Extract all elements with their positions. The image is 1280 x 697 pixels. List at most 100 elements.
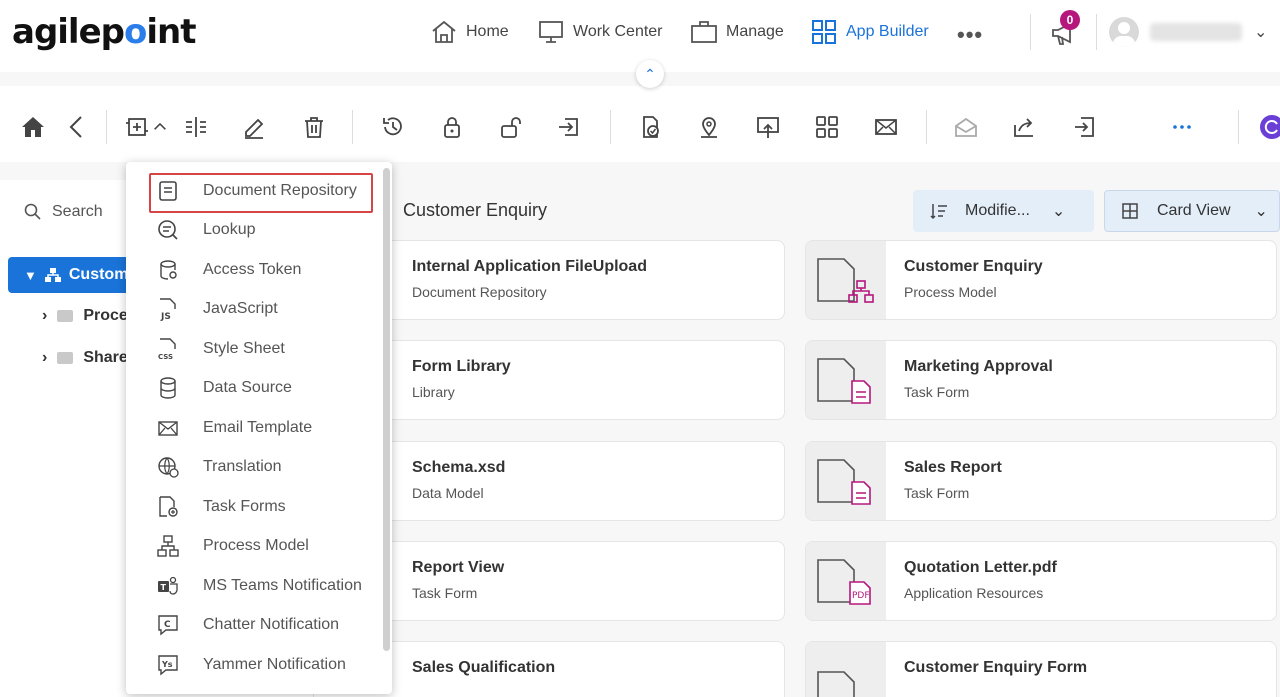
user-name-blurred[interactable] [1150,23,1242,41]
menu-item-label: Yammer Notification [203,656,346,673]
chevron-down-icon[interactable]: ⌄ [1254,22,1267,42]
refresh-icon[interactable] [1254,112,1280,142]
collapse-header-button[interactable]: ⌃ [636,60,664,88]
stylesheet-icon: CSS [156,337,180,361]
card-subtitle: Document Repository [412,284,547,300]
add-item-icon[interactable] [122,112,152,142]
svg-text:PDF: PDF [852,591,870,601]
tree-item-label: Custom [68,266,129,283]
menu-item-access-token[interactable]: Access Token [126,252,376,288]
card-title: Internal Application FileUpload [412,258,647,275]
card-subtitle: Library [412,384,455,400]
menu-item-label: Style Sheet [203,340,285,357]
hierarchy-icon [44,268,61,282]
menu-item-label: MS Teams Notification [203,577,362,594]
menu-item-label: Process Model [203,537,309,554]
tree-item-shared[interactable]: › Share [42,349,128,367]
unlock-icon[interactable] [496,112,526,142]
toolbar-divider [352,110,353,144]
toolbar-divider [926,110,927,144]
validate-icon[interactable] [635,112,665,142]
card-thumbnail [806,241,886,319]
card-title: Report View [412,559,505,576]
yammer-icon: Ys [156,653,180,677]
svg-text:T: T [161,583,167,592]
sort-dropdown[interactable]: Modifie... ⌄ [913,190,1094,232]
folder-icon [57,352,74,364]
javascript-icon: JS [156,297,180,322]
menu-scrollbar[interactable] [383,168,390,651]
menu-item-task-forms[interactable]: Task Forms [126,489,376,525]
nav-home[interactable]: Home [430,18,509,46]
check-in-out-icon[interactable] [555,112,585,142]
home-icon [432,20,456,43]
card-sales-report[interactable]: Sales Report Task Form [805,441,1277,521]
back-icon[interactable] [62,112,92,142]
location-icon[interactable] [694,112,724,142]
breadcrumb: Customer Enquiry [403,200,548,220]
import-icon[interactable] [951,112,981,142]
history-icon[interactable] [378,112,408,142]
card-title: Schema.xsd [412,459,506,476]
card-title: Customer Enquiry [904,258,1043,275]
menu-item-lookup[interactable]: Lookup [126,212,376,248]
export-icon[interactable] [1069,112,1099,142]
menu-item-yammer-notification[interactable]: Ys Yammer Notification [126,647,376,683]
task-form-icon [817,671,855,697]
card-customer-enquiry[interactable]: Customer Enquiry Process Model [805,240,1277,320]
home-icon[interactable] [18,112,48,142]
menu-item-process-model[interactable]: Process Model [126,528,376,564]
tree-item-custom[interactable]: ▼ Custom [8,257,138,293]
notification-badge: 0 [1060,10,1080,30]
menu-item-label: JavaScript [203,300,278,317]
tree-item-process[interactable]: › Proce [42,307,128,325]
nav-more-icon[interactable]: ••• [957,22,983,48]
user-avatar[interactable] [1109,17,1139,47]
card-thumbnail [806,341,886,419]
more-options-icon[interactable] [1167,112,1197,142]
card-subtitle: Task Form [412,585,478,601]
menu-item-data-source[interactable]: Data Source [126,370,376,406]
nav-manage[interactable]: Manage [690,18,784,46]
delete-icon[interactable] [299,112,329,142]
sort-label: Modifie... [965,202,1030,219]
menu-item-translation[interactable]: Translation [126,449,376,485]
nav-work-center[interactable]: Work Center [537,18,663,46]
edit-icon[interactable] [239,112,269,142]
toolbar [0,94,1280,162]
svg-text:Ys: Ys [161,660,173,669]
menu-item-label: Email Template [203,419,313,436]
card-marketing-approval[interactable]: Marketing Approval Task Form [805,340,1277,420]
menu-item-email-template[interactable]: Email Template [126,410,376,446]
view-mode-label: Card View [1157,202,1231,219]
card-customer-enquiry-form[interactable]: Customer Enquiry Form [805,641,1277,697]
share-icon[interactable] [1010,112,1040,142]
card-quotation-letter[interactable]: PDF Quotation Letter.pdf Application Res… [805,541,1277,621]
grid-icon[interactable] [812,112,842,142]
insert-column-icon[interactable] [181,112,211,142]
publish-icon[interactable] [753,112,783,142]
menu-item-chatter-notification[interactable]: C Chatter Notification [126,607,376,643]
search-field[interactable]: Search [24,203,103,221]
chevron-down-icon[interactable]: ▼ [24,268,37,283]
menu-item-javascript[interactable]: JS JavaScript [126,291,376,327]
chatter-icon: C [156,613,180,637]
chevron-down-icon: ⌄ [1051,203,1066,220]
toolbar-divider [1238,110,1239,144]
nav-app-builder[interactable]: App Builder [810,18,929,46]
menu-item-ms-teams-notification[interactable]: T MS Teams Notification [126,568,376,604]
card-title: Sales Qualification [412,659,556,676]
mail-icon[interactable] [871,112,901,142]
svg-text:C: C [164,620,171,630]
lookup-icon [156,218,180,242]
chevron-up-icon[interactable] [150,112,170,142]
menu-item-style-sheet[interactable]: CSS Style Sheet [126,331,376,367]
card-thumbnail: PDF [806,542,886,620]
view-mode-dropdown[interactable]: Card View ⌄ [1104,190,1280,232]
lock-icon[interactable] [437,112,467,142]
menu-item-label: Data Source [203,379,292,396]
agilepoint-logo[interactable]: agilepoint [12,12,196,52]
card-thumbnail [806,642,886,697]
chevron-right-icon[interactable]: › [42,349,47,367]
chevron-right-icon[interactable]: › [42,307,47,325]
